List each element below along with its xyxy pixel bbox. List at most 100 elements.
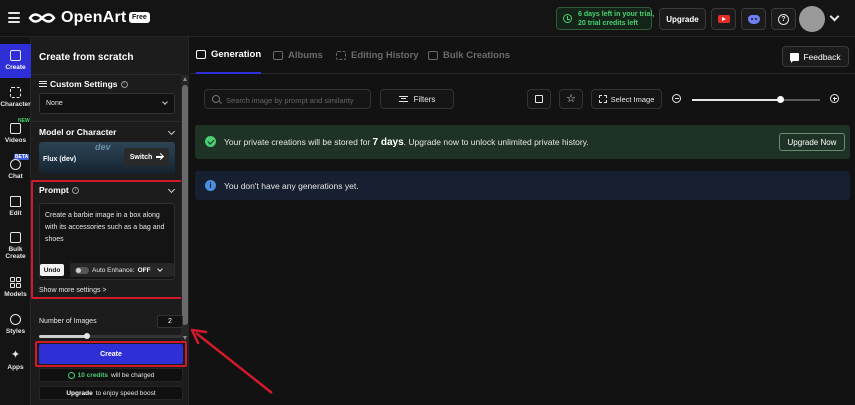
- avatar[interactable]: [799, 6, 825, 32]
- num-images-input[interactable]: 2: [157, 315, 183, 328]
- arrow-right-icon: [156, 156, 164, 158]
- switch-model-button[interactable]: Switch: [124, 148, 169, 166]
- search-input[interactable]: Search image by prompt and similarity: [204, 89, 371, 109]
- discord-icon: [747, 14, 760, 24]
- model-name: Flux (dev): [43, 156, 77, 163]
- star-icon: ☆: [566, 92, 576, 105]
- brand-name[interactable]: OpenArt: [61, 9, 126, 27]
- hamburger-menu-icon[interactable]: [8, 12, 20, 23]
- zoom-fill: [692, 99, 781, 101]
- trial-status[interactable]: 6 days left in your trial, 20 trial cred…: [556, 7, 654, 30]
- nav-label: Styles: [5, 328, 26, 335]
- filters-label: Filters: [413, 94, 436, 104]
- nav-create[interactable]: Create: [0, 44, 31, 78]
- model-header[interactable]: Model or Character: [39, 127, 116, 137]
- model-title: Model or Character: [39, 127, 117, 137]
- main-area: Generation Albums Editing History Bulk C…: [190, 37, 855, 405]
- history-icon: [336, 51, 346, 60]
- nav-models[interactable]: Models: [0, 271, 31, 305]
- scroll-down-icon[interactable]: [183, 336, 187, 340]
- zoom-out-icon[interactable]: [672, 94, 681, 103]
- nav-character[interactable]: Character: [0, 81, 31, 115]
- switch-label: Switch: [129, 153, 153, 161]
- num-images-slider[interactable]: [39, 333, 183, 339]
- zoom-in-icon[interactable]: [830, 94, 839, 103]
- credits-suffix: will be charged: [111, 371, 155, 379]
- edit-icon: [10, 196, 21, 207]
- banner-text-pre: Your private creations will be stored fo…: [224, 137, 371, 147]
- divider: [31, 121, 181, 122]
- prompt-title: Prompt: [39, 185, 69, 195]
- auto-enhance-select[interactable]: Auto Enhance: OFF: [70, 263, 174, 277]
- auto-enhance-toggle[interactable]: [75, 266, 89, 274]
- private-history-message: Your private creations will be stored fo…: [224, 137, 589, 148]
- show-more-settings-link[interactable]: Show more settings >: [39, 287, 107, 294]
- select-all-button[interactable]: [527, 89, 551, 109]
- search-placeholder: Search image by prompt and similarity: [226, 96, 354, 105]
- square-icon: [535, 95, 543, 103]
- slider-fill: [39, 335, 87, 338]
- left-nav: Create Character NEW Videos BETA Chat Ed…: [0, 37, 31, 405]
- nav-chat[interactable]: BETA Chat: [0, 153, 31, 187]
- tab-label: Generation: [211, 49, 262, 60]
- credits-notice: 10 credits will be charged: [39, 368, 183, 382]
- upgrade-button[interactable]: Upgrade: [659, 8, 706, 30]
- nav-label: Models: [4, 291, 27, 298]
- create-button[interactable]: Create: [39, 344, 183, 364]
- nav-apps[interactable]: ✦ Apps: [0, 344, 31, 378]
- trial-credits-text: 20 trial credits left: [578, 20, 638, 27]
- auto-enhance-value: OFF: [137, 266, 151, 274]
- feedback-label: Feedback: [803, 51, 841, 62]
- top-bar: OpenArt Free 6 days left in your trial, …: [0, 0, 855, 37]
- select-image-label: Select Image: [610, 94, 655, 104]
- tab-bulk-creations[interactable]: Bulk Creations: [428, 37, 510, 74]
- nav-bulk-create[interactable]: Bulk Create: [0, 226, 31, 266]
- speed-boost-notice[interactable]: Upgrade to enjoy speed boost: [39, 386, 183, 400]
- filters-button[interactable]: Filters: [380, 89, 454, 109]
- feedback-button[interactable]: Feedback: [782, 46, 849, 67]
- settings-sliders-icon: [39, 81, 47, 87]
- youtube-button[interactable]: [711, 8, 736, 30]
- chevron-down-icon[interactable]: [167, 127, 176, 136]
- slider-knob[interactable]: [83, 333, 90, 339]
- upgrade-now-button[interactable]: Upgrade Now: [779, 133, 845, 151]
- model-watermark: dev: [95, 142, 111, 152]
- prompt-header[interactable]: Prompt i: [39, 185, 79, 195]
- banner-text-days: 7 days: [372, 137, 404, 148]
- plan-badge: Free: [129, 12, 150, 23]
- discord-button[interactable]: [741, 8, 766, 30]
- zoom-slider[interactable]: [692, 96, 820, 103]
- tab-generation[interactable]: Generation: [196, 37, 262, 74]
- scroll-up-icon[interactable]: [183, 77, 187, 81]
- scroll-thumb[interactable]: [182, 85, 188, 325]
- zoom-knob[interactable]: [777, 96, 785, 103]
- nav-videos[interactable]: NEW Videos: [0, 117, 31, 151]
- tab-editing-history[interactable]: Editing History: [336, 37, 419, 74]
- speed-upgrade-link[interactable]: Upgrade: [66, 390, 92, 397]
- model-card[interactable]: dev Flux (dev) Switch: [39, 142, 175, 174]
- nav-label: Edit: [9, 210, 22, 217]
- custom-settings-title: Custom Settings: [50, 79, 118, 89]
- favorites-button[interactable]: ☆: [559, 89, 583, 109]
- select-image-button[interactable]: Select Image: [591, 89, 662, 109]
- models-grid-icon: [10, 277, 21, 288]
- openart-logo-icon: [28, 13, 56, 23]
- info-icon[interactable]: i: [71, 186, 79, 194]
- credit-coin-icon: [67, 371, 75, 379]
- panel-scrollbar[interactable]: [181, 75, 189, 342]
- nav-label: Videos: [4, 137, 27, 144]
- tab-bar: Generation Albums Editing History Bulk C…: [190, 37, 855, 74]
- custom-settings-header[interactable]: Custom Settings i: [39, 79, 128, 89]
- custom-settings-select[interactable]: None: [39, 93, 175, 114]
- help-button[interactable]: ?: [771, 8, 796, 30]
- undo-button[interactable]: Undo: [40, 264, 64, 276]
- nav-edit[interactable]: Edit: [0, 190, 31, 224]
- panel-title: Create from scratch: [39, 52, 134, 63]
- tab-label: Editing History: [351, 50, 419, 61]
- chat-icon: [10, 159, 21, 170]
- tab-albums[interactable]: Albums: [273, 37, 323, 74]
- info-icon[interactable]: i: [120, 80, 128, 88]
- character-icon: [10, 87, 21, 98]
- nav-styles[interactable]: Styles: [0, 308, 31, 342]
- chevron-down-icon[interactable]: [829, 11, 840, 22]
